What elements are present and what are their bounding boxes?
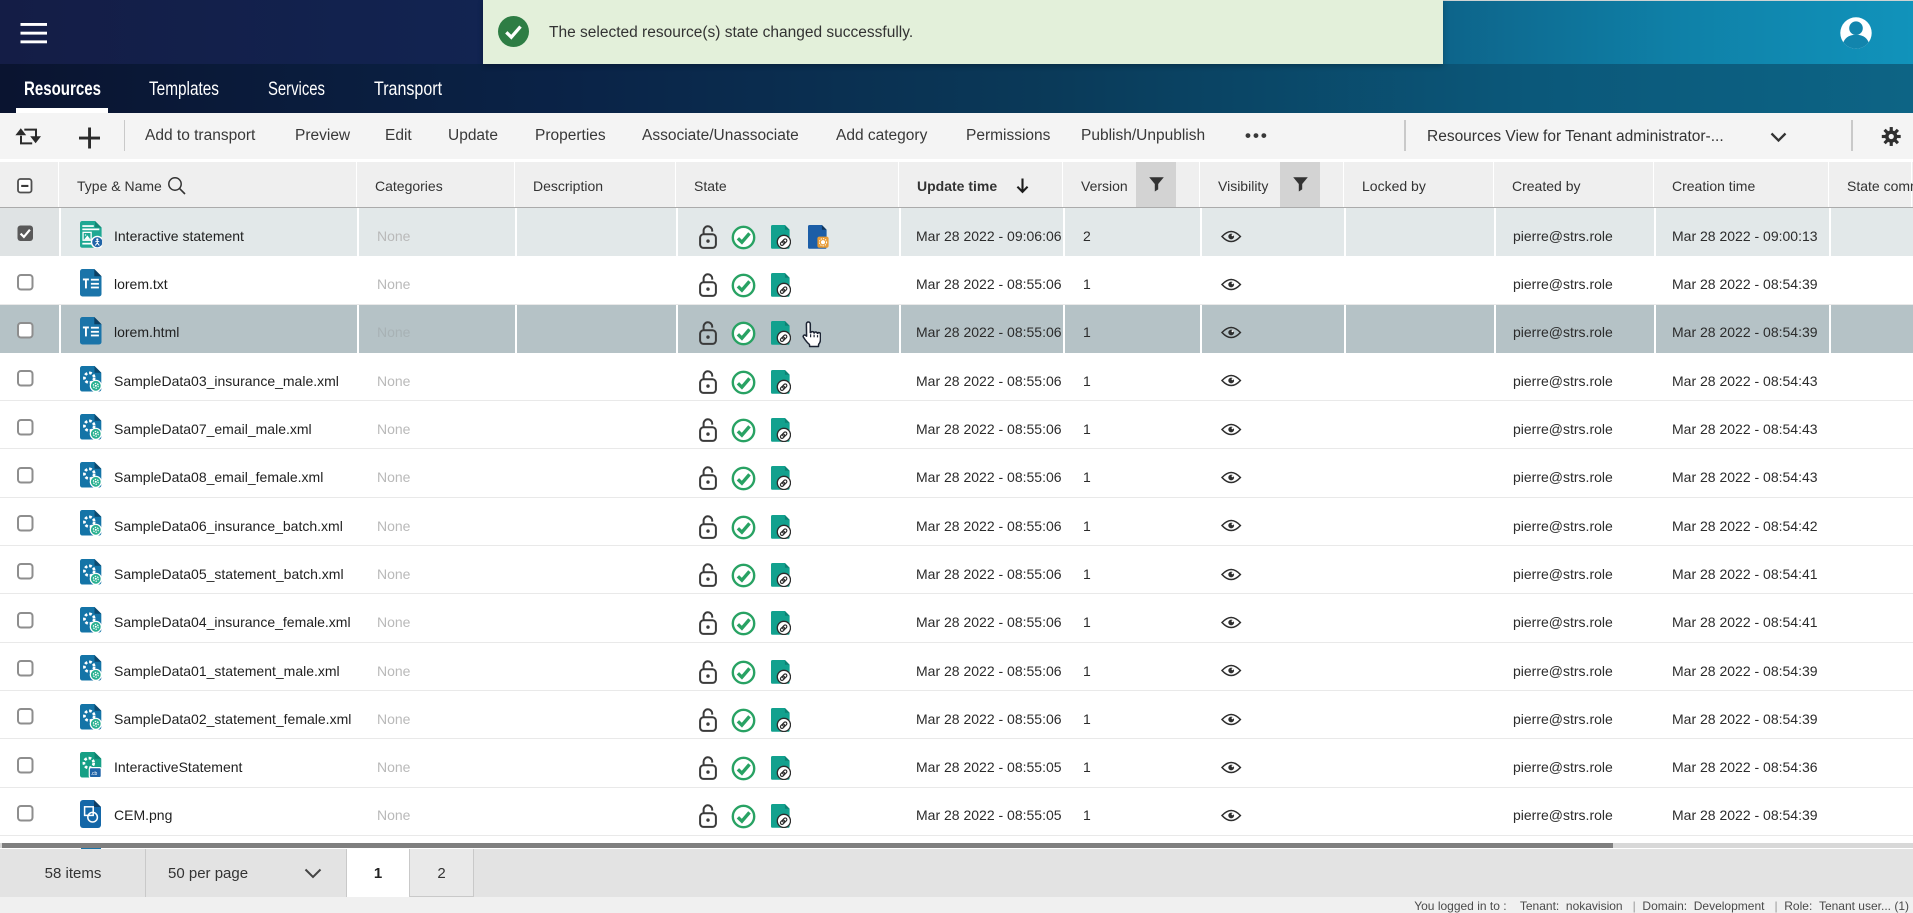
svg-text:.cb: .cb xyxy=(91,771,98,777)
